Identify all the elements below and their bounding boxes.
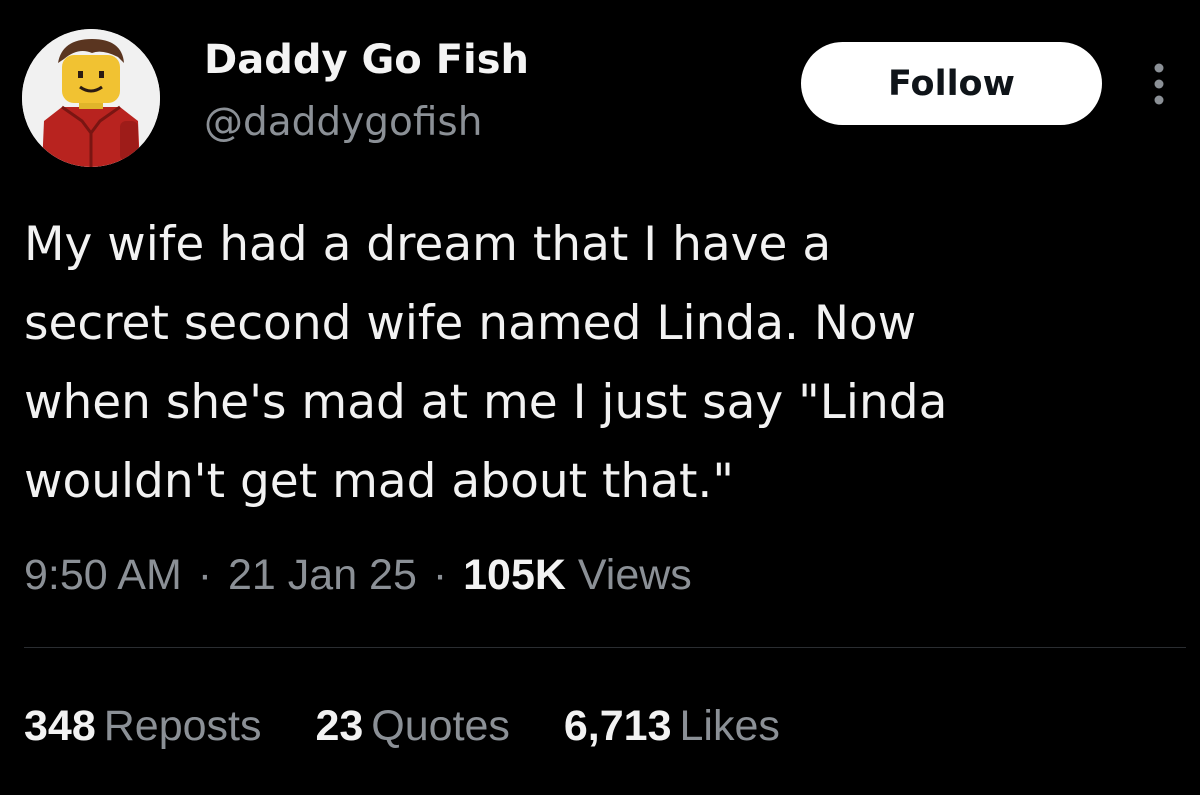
views-label: Views xyxy=(577,551,692,599)
reposts-label: Reposts xyxy=(103,702,262,750)
tweet-line: wouldn't get mad about that." xyxy=(24,454,734,509)
tweet-time[interactable]: 9:50 AM xyxy=(24,551,182,599)
meta-separator: · xyxy=(197,551,213,599)
meta-separator: · xyxy=(432,551,448,599)
quotes-label: Quotes xyxy=(371,702,510,750)
views-count[interactable]: 105K xyxy=(463,551,566,599)
author-display-name[interactable]: Daddy Go Fish xyxy=(204,37,529,83)
reposts-stat[interactable]: 348 Reposts xyxy=(24,702,262,751)
avatar[interactable] xyxy=(22,29,160,167)
tweet-line: My wife had a dream that I have a xyxy=(24,217,832,272)
more-options-button[interactable] xyxy=(1144,58,1174,110)
likes-count: 6,713 xyxy=(563,702,672,750)
engagement-stats: 348 Reposts 23 Quotes 6,713 Likes xyxy=(24,702,822,751)
likes-label: Likes xyxy=(679,702,780,750)
more-vertical-icon xyxy=(1154,63,1164,105)
tweet-line: secret second wife named Linda. Now xyxy=(24,296,917,351)
tweet-date[interactable]: 21 Jan 25 xyxy=(228,551,417,599)
tweet-meta: 9:50 AM · 21 Jan 25 · 105K Views xyxy=(24,551,692,600)
quotes-stat[interactable]: 23 Quotes xyxy=(315,702,509,751)
lego-minifigure-avatar-icon xyxy=(22,29,160,167)
reposts-count: 348 xyxy=(24,702,96,750)
quotes-count: 23 xyxy=(315,702,364,750)
author-handle[interactable]: @daddygofish xyxy=(204,100,482,145)
likes-stat[interactable]: 6,713 Likes xyxy=(564,702,780,751)
divider xyxy=(24,647,1186,648)
tweet-text: My wife had a dream that I have a secret… xyxy=(24,205,1174,521)
follow-button[interactable]: Follow xyxy=(801,42,1102,125)
tweet-line: when she's mad at me I just say "Linda xyxy=(24,375,948,430)
